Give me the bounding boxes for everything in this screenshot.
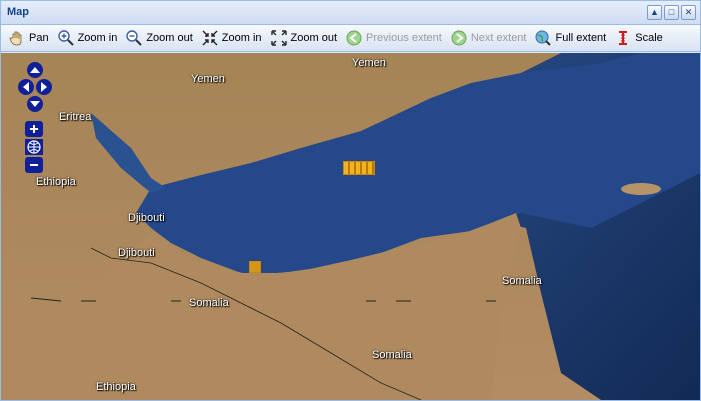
zoom-control (25, 121, 43, 173)
scale-icon (615, 30, 631, 46)
map-label-ethiopia-2: Ethiopia (96, 381, 136, 393)
previous-extent-label: Previous extent (366, 32, 442, 44)
map-label-somalia-2: Somalia (502, 275, 542, 287)
box-zoom-out-label: Zoom out (290, 32, 338, 44)
selected-feature-small[interactable] (249, 261, 261, 273)
zoom-in-label: Zoom in (77, 32, 118, 44)
box-zoom-out-button[interactable]: Zoom out (270, 30, 338, 46)
window-titlebar: Map ▲ □ ✕ (1, 1, 700, 25)
scale-label: Scale (635, 32, 663, 44)
full-extent-label: Full extent (555, 32, 607, 44)
map-label-djibouti-1: Djibouti (128, 212, 165, 224)
full-extent-button[interactable]: Full extent (535, 30, 606, 46)
zoom-out-label: Zoom out (146, 32, 193, 44)
previous-extent-button[interactable]: Previous extent (346, 30, 442, 46)
map-window: Map ▲ □ ✕ Pan Zoom in Zoom out Zoom in Z… (0, 0, 701, 401)
scale-button[interactable]: Scale (615, 30, 663, 46)
pan-button[interactable]: Pan (9, 30, 49, 46)
magnifier-minus-icon (126, 30, 143, 46)
window-title: Map (7, 6, 29, 18)
map-view[interactable]: Yemen Yemen Eritrea Ethiopia Djibouti Dj… (1, 53, 700, 400)
pan-control (18, 62, 52, 112)
zoom-world-icon[interactable] (25, 139, 43, 155)
map-label-eritrea: Eritrea (59, 111, 92, 123)
forward-arrow-icon (451, 30, 467, 46)
globe-zoom-icon (535, 30, 552, 46)
next-extent-button[interactable]: Next extent (451, 30, 527, 46)
map-base-layer (1, 53, 700, 400)
maximize-button[interactable]: □ (664, 5, 679, 20)
back-arrow-icon (346, 30, 362, 46)
map-toolbar: Pan Zoom in Zoom out Zoom in Zoom out Pr… (1, 25, 700, 52)
pan-label: Pan (29, 32, 49, 44)
window-tools: ▲ □ ✕ (647, 5, 696, 20)
zoom-out-icon[interactable] (25, 157, 43, 173)
pan-right-icon[interactable] (36, 79, 52, 95)
pan-down-icon[interactable] (27, 96, 43, 112)
box-zoom-in-label: Zoom in (221, 32, 262, 44)
hand-icon (9, 30, 25, 46)
map-label-somalia-3: Somalia (372, 349, 412, 361)
pan-left-icon[interactable] (18, 79, 34, 95)
next-extent-label: Next extent (470, 32, 527, 44)
map-label-ethiopia-1: Ethiopia (36, 176, 76, 188)
map-label-yemen-2: Yemen (352, 57, 386, 69)
box-zoom-out-icon (270, 30, 287, 46)
zoom-out-button[interactable]: Zoom out (126, 30, 193, 46)
map-label-somalia-1: Somalia (189, 297, 229, 309)
magnifier-plus-icon (57, 30, 74, 46)
map-label-yemen-1: Yemen (191, 73, 225, 85)
close-button[interactable]: ✕ (681, 5, 696, 20)
socotra-island (621, 183, 661, 195)
box-zoom-in-icon (202, 30, 218, 46)
map-label-djibouti-2: Djibouti (118, 247, 155, 259)
zoom-in-icon[interactable] (25, 121, 43, 137)
selected-feature-highlight[interactable] (343, 161, 375, 175)
box-zoom-in-button[interactable]: Zoom in (202, 30, 262, 46)
zoom-in-button[interactable]: Zoom in (57, 30, 118, 46)
minimize-button[interactable]: ▲ (647, 5, 662, 20)
pan-up-icon[interactable] (27, 62, 43, 78)
